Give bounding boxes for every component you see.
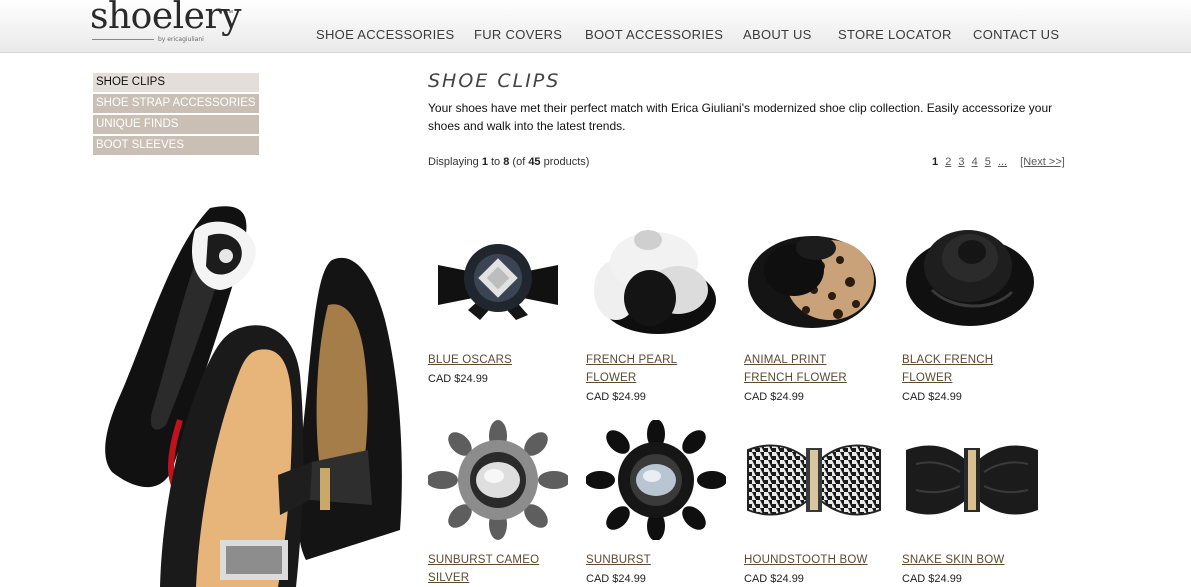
product-price: CAD $24.99 (586, 391, 646, 403)
page-title: SHOE CLIPS (428, 70, 561, 92)
product-name-line[interactable]: BLACK FRENCH (902, 354, 993, 366)
page-current: 1 (932, 156, 939, 168)
leopard-flower-clip-icon[interactable] (744, 220, 884, 340)
count-total: 45 (528, 156, 541, 168)
product-name-line[interactable]: ANIMAL PRINT (744, 354, 827, 366)
product-name-line[interactable]: HOUNDSTOOTH BOW (744, 554, 868, 566)
count-to-word: to (487, 156, 504, 168)
product-name[interactable]: FRENCH PEARL FLOWER (586, 351, 716, 387)
snake-skin-bow-clip-icon[interactable] (902, 420, 1042, 540)
nav-boot-accessories[interactable]: BOOT ACCESSORIES (585, 27, 723, 42)
sidebar-item-shoe-clips[interactable]: SHOE CLIPS (93, 73, 259, 92)
category-sidebar: SHOE CLIPS SHOE STRAP ACCESSORIES UNIQUE… (93, 73, 259, 157)
count-suffix: products) (540, 156, 590, 168)
nav-shoe-accessories[interactable]: SHOE ACCESSORIES (316, 27, 454, 42)
product-name[interactable]: SNAKE SKIN BOW (902, 551, 1032, 569)
product-name-line[interactable]: SUNBURST CAMEO (428, 554, 539, 566)
product-name[interactable]: BLUE OSCARS (428, 351, 558, 369)
nav-fur-covers[interactable]: FUR COVERS (474, 27, 562, 42)
product-name-line[interactable]: FLOWER (586, 372, 636, 384)
site-header: shoelery ™ by ericagiuliani SHOE ACCESSO… (0, 0, 1191, 53)
sidebar-item-unique-finds[interactable]: UNIQUE FINDS (93, 115, 259, 134)
page-link-3[interactable]: 3 (958, 156, 964, 168)
product-price: CAD $24.99 (902, 573, 962, 585)
product-name-line[interactable]: FLOWER (902, 372, 952, 384)
logo-trademark: ™ (226, 10, 233, 17)
nav-about-us[interactable]: ABOUT US (743, 27, 812, 42)
product-price: CAD $24.99 (586, 573, 646, 585)
main-nav: SHOE ACCESSORIES FUR COVERS BOOT ACCESSO… (0, 27, 1191, 45)
black-white-camellia-clip-icon[interactable] (586, 220, 726, 340)
silver-sunburst-clip-icon[interactable] (428, 420, 568, 540)
product-name[interactable]: SUNBURST CAMEO SILVER (428, 551, 558, 587)
jeweled-bow-clip-icon[interactable] (428, 220, 568, 340)
product-name[interactable]: SUNBURST (586, 551, 716, 569)
product-name-line[interactable]: SNAKE SKIN BOW (902, 554, 1005, 566)
product-name-line[interactable]: FRENCH PEARL (586, 354, 677, 366)
product-name[interactable]: ANIMAL PRINT FRENCH FLOWER (744, 351, 874, 387)
page-link-5[interactable]: 5 (985, 156, 991, 168)
product-price: CAD $24.99 (744, 391, 804, 403)
page-link-4[interactable]: 4 (972, 156, 978, 168)
sidebar-item-shoe-strap-accessories[interactable]: SHOE STRAP ACCESSORIES (93, 94, 259, 113)
page-ellipsis[interactable]: ... (998, 156, 1007, 168)
houndstooth-bow-clip-icon[interactable] (744, 420, 884, 540)
nav-store-locator[interactable]: STORE LOCATOR (838, 27, 952, 42)
product-name-line[interactable]: FRENCH FLOWER (744, 372, 847, 384)
product-name-line[interactable]: SILVER (428, 572, 469, 584)
product-count: Displaying 1 to 8 (of 45 products) (428, 156, 589, 168)
product-price: CAD $24.99 (744, 573, 804, 585)
count-of-prefix: (of (509, 156, 529, 168)
black-rose-clip-icon[interactable] (902, 220, 1042, 340)
nav-contact-us[interactable]: CONTACT US (973, 27, 1059, 42)
product-price: CAD $24.99 (428, 373, 488, 385)
product-price: CAD $24.99 (902, 391, 962, 403)
black-sunburst-clip-icon[interactable] (586, 420, 726, 540)
next-page-link[interactable]: [Next >>] (1020, 156, 1065, 168)
product-name[interactable]: HOUNDSTOOTH BOW (744, 551, 874, 569)
pagination: 1 2 3 4 5 ... [Next >>] (932, 156, 1065, 168)
page-link-2[interactable]: 2 (945, 156, 951, 168)
sidebar-item-boot-sleeves[interactable]: BOOT SLEEVES (93, 136, 259, 155)
product-name-line[interactable]: SUNBURST (586, 554, 651, 566)
category-description: Your shoes have met their perfect match … (428, 101, 1053, 133)
featured-shoes-image (105, 206, 402, 587)
product-name-line[interactable]: BLUE OSCARS (428, 354, 512, 366)
count-prefix: Displaying (428, 156, 482, 168)
product-name[interactable]: BLACK FRENCH FLOWER (902, 351, 1032, 387)
